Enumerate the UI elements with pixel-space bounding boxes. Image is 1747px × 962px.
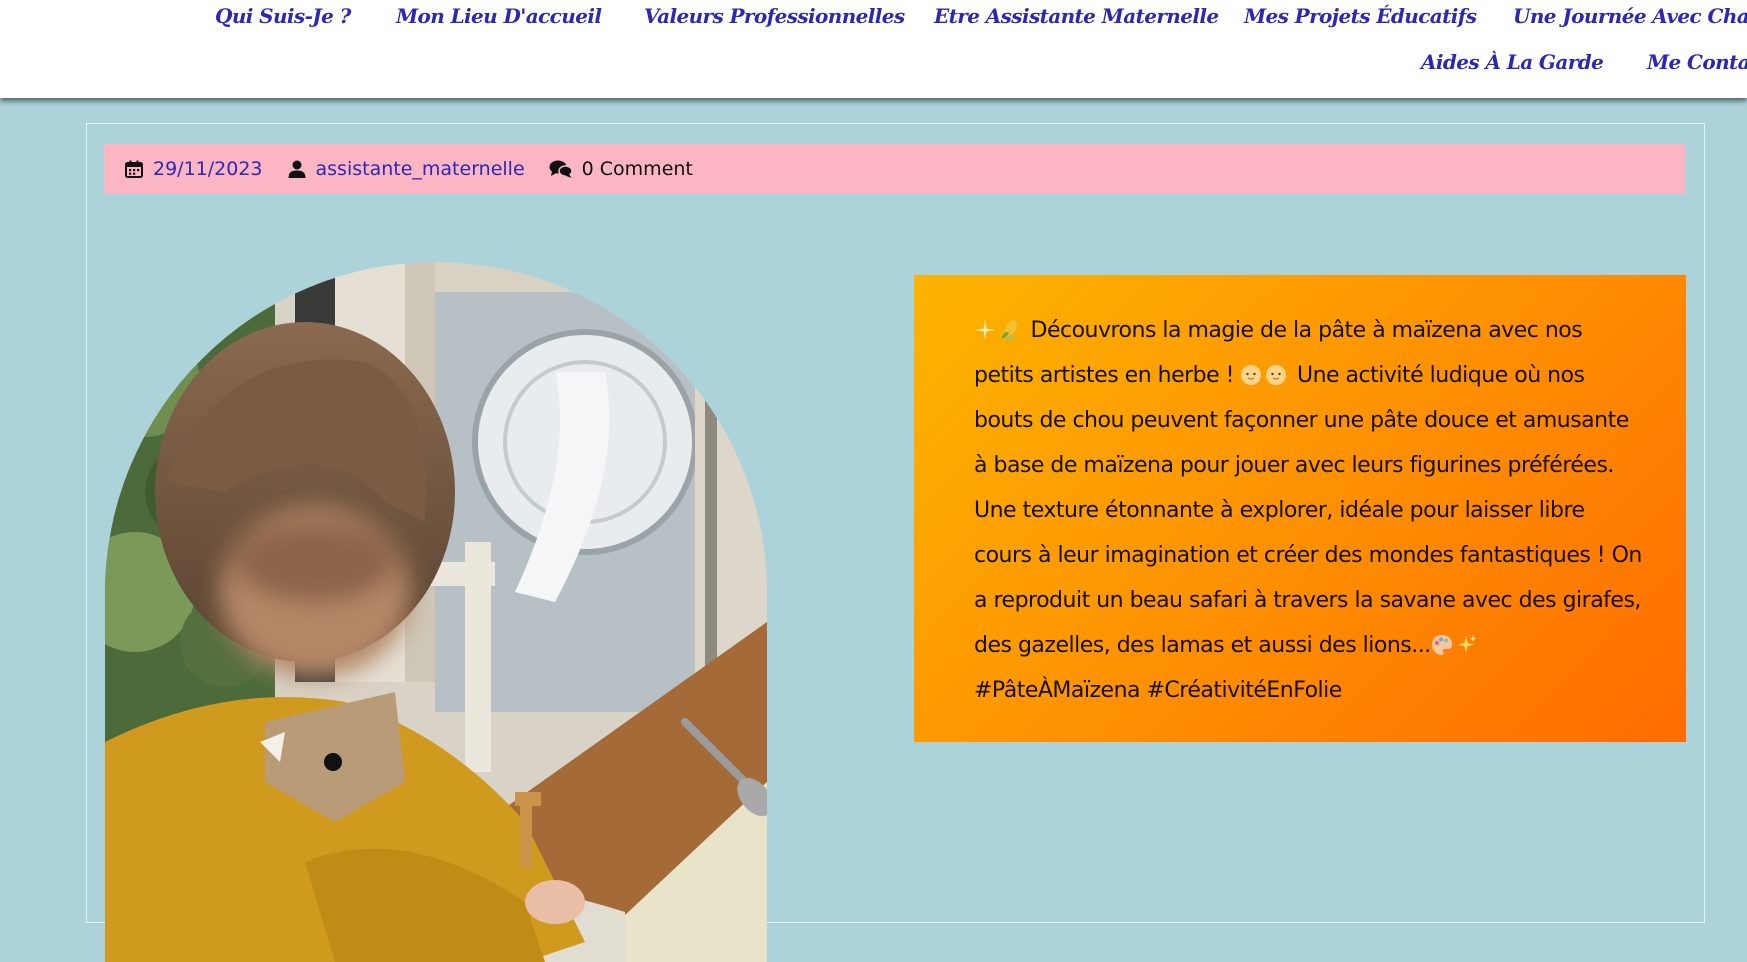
post-text-part-b: Une activité ludique où nos bouts de cho… [974, 363, 1642, 658]
post-hashtags[interactable]: #PâteÀMaïzena #CréativitéEnFolie [974, 678, 1342, 703]
post-meta-bar: 29/11/2023 assistante_maternelle 0 Comme… [104, 144, 1685, 194]
post-photo [105, 262, 767, 962]
nav-item-mon-lieu-daccueil[interactable]: Mon Lieu D'accueil [396, 4, 602, 28]
baby-icon [1265, 357, 1287, 385]
sparkle-icon [974, 312, 996, 340]
comments-icon [549, 159, 573, 179]
user-icon [287, 159, 307, 179]
post-author-link[interactable]: assistante_maternelle [316, 158, 525, 180]
post-comments: 0 Comment [549, 158, 693, 180]
baby-icon [1240, 357, 1262, 385]
post-author: assistante_maternelle [287, 158, 525, 180]
sparkles-icon [1456, 627, 1478, 653]
post-text-box: Découvrons la magie de la pâte à maïzena… [914, 275, 1686, 742]
post-comments-count[interactable]: 0 Comment [582, 158, 693, 180]
nav-item-qui-suis-je[interactable]: Qui Suis-Je ? [215, 4, 351, 28]
post-date: 29/11/2023 [124, 158, 263, 180]
nav-item-etre-assistante-maternelle[interactable]: Etre Assistante Maternelle [934, 4, 1219, 28]
nav-item-mes-projets-educatifs[interactable]: Mes Projets Éducatifs [1244, 4, 1477, 28]
nav-item-valeurs-professionnelles[interactable]: Valeurs Professionnelles [644, 4, 905, 28]
post-date-link[interactable]: 29/11/2023 [153, 158, 263, 180]
site-header: Qui Suis-Je ? Mon Lieu D'accueil Valeurs… [0, 0, 1747, 98]
corn-icon [999, 312, 1021, 340]
nav-item-une-journee-avec-charlotte[interactable]: Une Journée Avec Charlotte [1513, 4, 1747, 28]
calendar-icon [124, 159, 144, 179]
nav-item-aides-a-la-garde[interactable]: Aides À La Garde [1421, 50, 1604, 74]
nav-item-me-contacter[interactable]: Me Contacter [1647, 50, 1747, 74]
post-body: Découvrons la magie de la pâte à maïzena… [974, 308, 1646, 713]
palette-icon [1431, 627, 1453, 655]
